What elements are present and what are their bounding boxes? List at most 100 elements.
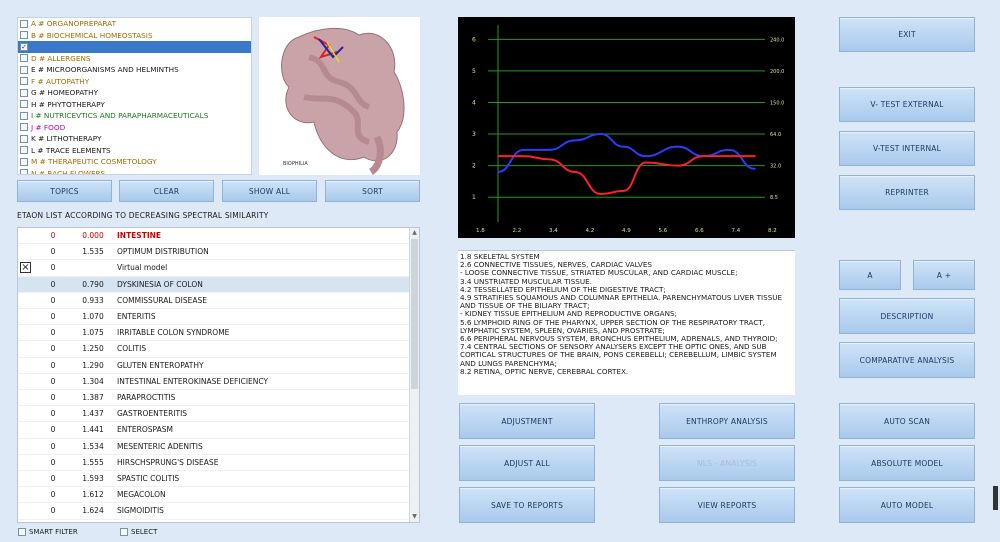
category-item[interactable]: N # BACH FLOWERS (18, 168, 251, 175)
etalon-list-title: ETAON LIST ACCORDING TO DECREASING SPECT… (17, 211, 269, 220)
series-point (677, 164, 679, 167)
table-row[interactable]: 0 1.250 COLITIS (18, 341, 410, 358)
absolute-model-button[interactable]: ABSOLUTE MODEL (839, 445, 975, 481)
category-checkbox[interactable] (20, 77, 28, 86)
row-name: SPASTIC COLITIS (117, 474, 180, 484)
scroll-thumb[interactable] (411, 239, 418, 389)
table-row[interactable]: 0 1.535 OPTIMUM DISTRIBUTION (18, 244, 410, 261)
row-name: Virtual model (117, 263, 168, 273)
category-checkbox[interactable] (20, 134, 28, 143)
etalon-scrollbar[interactable]: ▲ ▼ (409, 228, 419, 522)
category-checkbox[interactable] (20, 111, 28, 120)
table-row[interactable]: 0 1.304 INTESTINAL ENTEROKINASE DEFICIENCY (18, 374, 410, 390)
etalon-table[interactable]: 0 0.000 INTESTINE 0 1.535 OPTIMUM DISTRIBUTIO… (17, 227, 420, 523)
category-checkbox[interactable] (20, 88, 28, 97)
exit-button[interactable]: EXIT (839, 17, 975, 52)
category-item[interactable]: M # THERAPEUTIC COSMETOLOGY (18, 156, 251, 168)
series-point (574, 139, 576, 142)
auto-scan-button[interactable]: AUTO SCAN (839, 403, 975, 439)
auto-model-button[interactable]: AUTO MODEL (839, 487, 975, 523)
scroll-up-icon[interactable]: ▲ (410, 228, 419, 238)
category-item[interactable]: A # ORGANOPREPARAT (18, 18, 251, 30)
table-row[interactable]: 0 1.534 MESENTERIC ADENITIS (18, 439, 410, 455)
category-item[interactable]: E # MICROORGANISMS AND HELMINTHS (18, 64, 251, 76)
table-row[interactable]: 0 1.624 SIGMOIDITIS (18, 503, 410, 520)
category-item[interactable]: G # HOMEOPATHY (18, 87, 251, 99)
table-row[interactable]: 01.716DOLICHOCOLON (18, 520, 410, 522)
table-row[interactable]: 0 1.070 ENTERITIS (18, 309, 410, 326)
row-name: GASTROENTERITIS (117, 409, 188, 419)
category-checkbox[interactable] (20, 31, 28, 40)
view-reports-button[interactable]: VIEW REPORTS (659, 487, 795, 523)
topics-button[interactable]: TOPICS (17, 180, 112, 202)
category-list[interactable]: A # ORGANOPREPARAT B # BIOCHEMICAL HOMEOS… (17, 17, 252, 175)
table-row[interactable]: 0 1.387 PARAPROCTITIS (18, 390, 410, 407)
category-item[interactable]: I # NUTRICEVTICS AND PARAPHARMACEUTICALS (18, 110, 251, 122)
entropy-analysis-button[interactable]: ENTHROPY ANALYSIS (659, 403, 795, 439)
smart-filter-label: SMART FILTER (29, 528, 78, 536)
category-label: N # BACH FLOWERS (31, 168, 106, 175)
y-tick-label: 3 (472, 131, 476, 138)
category-checkbox[interactable] (20, 157, 28, 166)
category-checkbox[interactable] (20, 54, 28, 63)
scroll-down-icon[interactable]: ▼ (410, 512, 419, 522)
vtest-external-button[interactable]: V- TEST EXTERNAL (839, 87, 975, 122)
category-item[interactable]: F # AUTOPATHY (18, 76, 251, 88)
nls-analysis-button[interactable]: NLS - ANALYSIS (659, 445, 795, 481)
row-index: 0 (50, 247, 56, 257)
category-checkbox[interactable] (20, 169, 28, 174)
checkbox-icon[interactable] (18, 528, 26, 536)
reprinter-button[interactable]: REPRINTER (839, 175, 975, 210)
table-row[interactable]: 0 1.075 IRRITABLE COLON SYNDROME (18, 325, 410, 342)
font-larger-button[interactable]: A + (913, 260, 975, 290)
x-tick-label: 1.8 (476, 228, 485, 234)
row-name: INTESTINAL ENTEROKINASE DEFICIENCY (117, 376, 269, 386)
show-all-button[interactable]: SHOW ALL (222, 180, 317, 202)
organ-image-panel: BIOPHILIA (259, 17, 420, 175)
vtest-internal-button[interactable]: V-TEST INTERNAL (839, 131, 975, 166)
clear-button[interactable]: CLEAR (119, 180, 214, 202)
save-reports-button[interactable]: SAVE TO REPORTS (459, 487, 595, 523)
series-point (754, 155, 756, 157)
category-checkbox[interactable] (20, 146, 28, 155)
table-row[interactable]: 0 1.555 HIRSCHSPRUNG'S DISEASE (18, 455, 410, 471)
category-checkbox[interactable]: ✓ (20, 42, 28, 51)
category-item[interactable]: B # BIOCHEMICAL HOMEOSTASIS (18, 30, 251, 42)
category-checkbox[interactable] (20, 100, 28, 109)
category-checkbox[interactable] (20, 65, 28, 74)
table-row[interactable]: 0 Virtual model (18, 260, 410, 277)
category-checkbox[interactable] (20, 19, 28, 28)
close-icon[interactable]: × (20, 262, 31, 273)
category-item[interactable]: H # PHYTOTHERAPY (18, 99, 251, 111)
series-point (644, 155, 647, 157)
table-row[interactable]: 0 0.933 COMMISSURAL DISEASE (18, 293, 410, 309)
window-scroll-handle[interactable] (993, 486, 998, 510)
series-point (728, 149, 731, 151)
category-item[interactable]: L # TRACE ELEMENTS (18, 145, 251, 157)
table-row[interactable]: 0 1.437 GASTROENTERITIS (18, 406, 410, 423)
description-button[interactable]: DESCRIPTION (839, 298, 975, 334)
adjust-all-button[interactable]: ADJUST ALL (459, 445, 595, 481)
font-smaller-button[interactable]: A (839, 260, 901, 290)
category-item[interactable]: J # FOOD (18, 122, 251, 134)
smart-filter-checkbox[interactable]: SMART FILTER (18, 528, 78, 536)
adjustment-button[interactable]: ADJUSTMENT (459, 403, 595, 439)
select-checkbox[interactable]: SELECT (120, 528, 157, 536)
sort-button[interactable]: SORT (325, 180, 420, 202)
table-row[interactable]: 0 1.612 MEGACOLON (18, 487, 410, 504)
table-row[interactable]: 0 0.000 INTESTINE (18, 228, 410, 245)
checkbox-icon[interactable] (120, 528, 128, 536)
table-row[interactable]: 0 1.593 SPASTIC COLITIS (18, 471, 410, 488)
comparative-analysis-button[interactable]: COMPARATIVE ANALYSIS (839, 342, 975, 378)
category-item[interactable]: ✓ (18, 41, 251, 53)
category-checkbox[interactable] (20, 123, 28, 132)
category-item[interactable]: K # LITHOTHERAPY (18, 133, 251, 145)
category-item[interactable]: D # ALLERGENS (18, 53, 251, 65)
category-label: L # TRACE ELEMENTS (31, 145, 111, 155)
table-row[interactable]: 0 1.441 ENTEROSPASM (18, 422, 410, 439)
row-score: 1.441 (82, 425, 104, 435)
category-label: J # FOOD (31, 122, 66, 132)
table-row[interactable]: 0 0.790 DYSKINESIA OF COLON (18, 276, 410, 293)
table-row[interactable]: 0 1.290 GLUTEN ENTEROPATHY (18, 358, 410, 374)
y-tick-label: 4 (472, 99, 476, 106)
